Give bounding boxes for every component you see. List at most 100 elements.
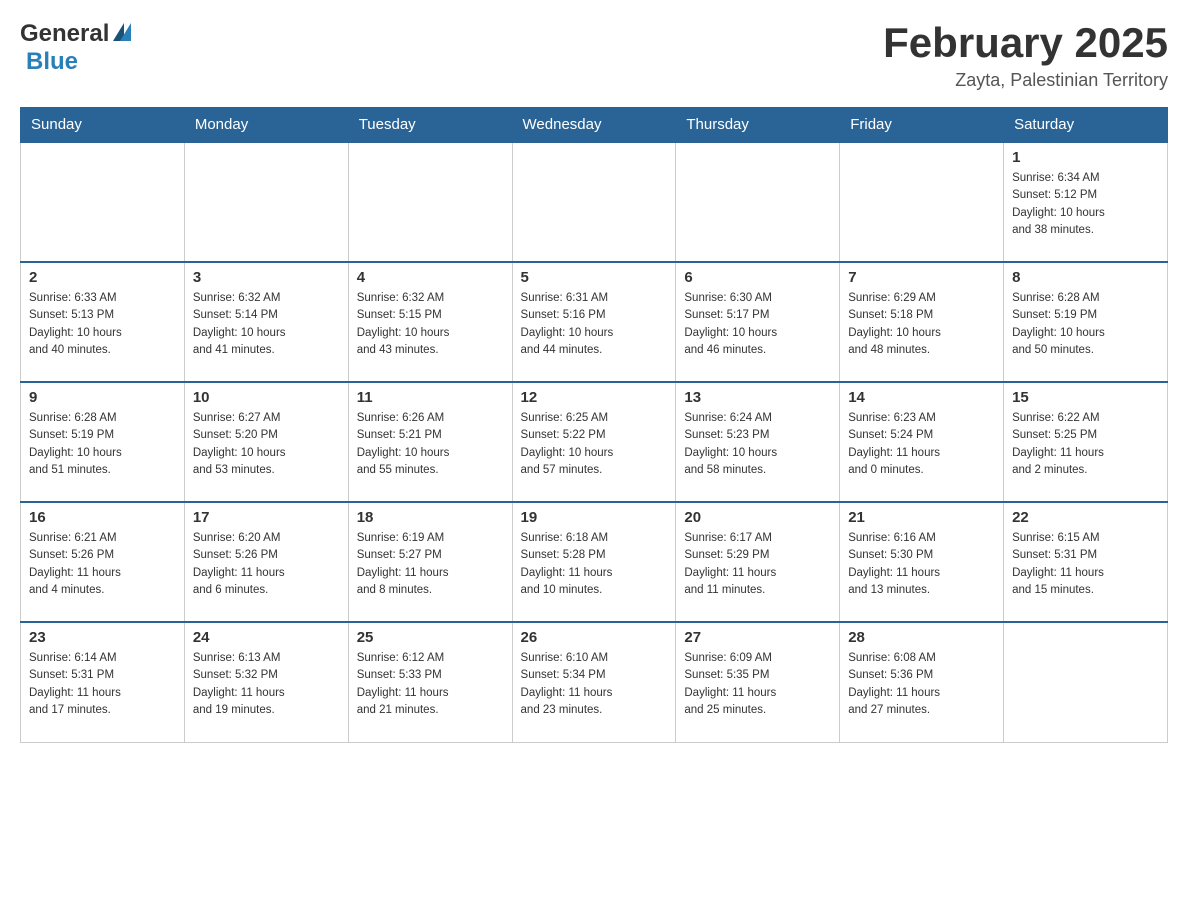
calendar-cell: 7 Sunrise: 6:29 AM Sunset: 5:18 PM Daylig…	[840, 262, 1004, 382]
calendar-cell	[676, 142, 840, 262]
day-info: Sunrise: 6:22 AM Sunset: 5:25 PM Dayligh…	[1012, 410, 1159, 479]
day-info: Sunrise: 6:29 AM Sunset: 5:18 PM Dayligh…	[848, 290, 995, 359]
calendar-cell: 6Sunrise: 6:30 AM Sunset: 5:17 PM Daylig…	[676, 262, 840, 382]
calendar-cell: 23 Sunrise: 6:14 AM Sunset: 5:31 PM Dayli…	[21, 622, 185, 742]
day-number: 21	[848, 509, 995, 526]
calendar-cell	[512, 142, 676, 262]
column-header-monday: Monday	[184, 108, 348, 143]
calendar-cell	[21, 142, 185, 262]
day-info: Sunrise: 6:14 AM Sunset: 5:31 PM Dayligh…	[29, 650, 176, 719]
day-info: Sunrise: 6:24 AM Sunset: 5:23 PM Dayligh…	[684, 410, 831, 479]
calendar-cell: 12 Sunrise: 6:25 AM Sunset: 5:22 PM Dayli…	[512, 382, 676, 502]
day-info: Sunrise: 6:26 AM Sunset: 5:21 PM Dayligh…	[357, 410, 504, 479]
calendar-cell: 8 Sunrise: 6:28 AM Sunset: 5:19 PM Daylig…	[1004, 262, 1168, 382]
calendar-cell: 17 Sunrise: 6:20 AM Sunset: 5:26 PM Dayli…	[184, 502, 348, 622]
header-right: February 2025 Zayta, Palestinian Territo…	[883, 20, 1168, 91]
calendar-cell: 16 Sunrise: 6:21 AM Sunset: 5:26 PM Dayli…	[21, 502, 185, 622]
day-info: Sunrise: 6:34 AM Sunset: 5:12 PM Dayligh…	[1012, 170, 1159, 239]
calendar-cell: 21 Sunrise: 6:16 AM Sunset: 5:30 PM Dayli…	[840, 502, 1004, 622]
day-info: Sunrise: 6:31 AM Sunset: 5:16 PM Dayligh…	[521, 290, 668, 359]
day-info: Sunrise: 6:23 AM Sunset: 5:24 PM Dayligh…	[848, 410, 995, 479]
calendar-cell: 27Sunrise: 6:09 AM Sunset: 5:35 PM Dayli…	[676, 622, 840, 742]
column-header-sunday: Sunday	[21, 108, 185, 143]
column-header-saturday: Saturday	[1004, 108, 1168, 143]
calendar-cell: 11 Sunrise: 6:26 AM Sunset: 5:21 PM Dayli…	[348, 382, 512, 502]
day-number: 11	[357, 389, 504, 406]
day-number: 5	[521, 269, 668, 286]
day-number: 7	[848, 269, 995, 286]
location-subtitle: Zayta, Palestinian Territory	[883, 70, 1168, 91]
day-number: 18	[357, 509, 504, 526]
day-number: 10	[193, 389, 340, 406]
day-number: 23	[29, 629, 176, 646]
page-header: General Blue February 2025 Zayta, Palest…	[20, 20, 1168, 91]
logo-triangles	[113, 23, 131, 41]
column-header-thursday: Thursday	[676, 108, 840, 143]
day-number: 16	[29, 509, 176, 526]
day-number: 26	[521, 629, 668, 646]
day-info: Sunrise: 6:10 AM Sunset: 5:34 PM Dayligh…	[521, 650, 668, 719]
day-number: 2	[29, 269, 176, 286]
day-info: Sunrise: 6:25 AM Sunset: 5:22 PM Dayligh…	[521, 410, 668, 479]
day-info: Sunrise: 6:30 AM Sunset: 5:17 PM Dayligh…	[684, 290, 831, 359]
calendar-table: SundayMondayTuesdayWednesdayThursdayFrid…	[20, 107, 1168, 743]
day-number: 4	[357, 269, 504, 286]
day-info: Sunrise: 6:27 AM Sunset: 5:20 PM Dayligh…	[193, 410, 340, 479]
calendar-cell: 26 Sunrise: 6:10 AM Sunset: 5:34 PM Dayli…	[512, 622, 676, 742]
day-number: 20	[684, 509, 831, 526]
day-number: 28	[848, 629, 995, 646]
week-row-2: 2 Sunrise: 6:33 AM Sunset: 5:13 PM Daylig…	[21, 262, 1168, 382]
day-info: Sunrise: 6:28 AM Sunset: 5:19 PM Dayligh…	[1012, 290, 1159, 359]
day-number: 3	[193, 269, 340, 286]
day-number: 12	[521, 389, 668, 406]
day-info: Sunrise: 6:09 AM Sunset: 5:35 PM Dayligh…	[684, 650, 831, 719]
calendar-cell: 28 Sunrise: 6:08 AM Sunset: 5:36 PM Dayli…	[840, 622, 1004, 742]
day-info: Sunrise: 6:08 AM Sunset: 5:36 PM Dayligh…	[848, 650, 995, 719]
calendar-cell: 4 Sunrise: 6:32 AM Sunset: 5:15 PM Daylig…	[348, 262, 512, 382]
column-header-friday: Friday	[840, 108, 1004, 143]
day-number: 14	[848, 389, 995, 406]
logo-general-text: General	[20, 20, 109, 48]
day-number: 25	[357, 629, 504, 646]
calendar-cell: 13 Sunrise: 6:24 AM Sunset: 5:23 PM Dayli…	[676, 382, 840, 502]
calendar-cell	[840, 142, 1004, 262]
week-row-3: 9Sunrise: 6:28 AM Sunset: 5:19 PM Daylig…	[21, 382, 1168, 502]
calendar-cell: 1 Sunrise: 6:34 AM Sunset: 5:12 PM Daylig…	[1004, 142, 1168, 262]
logo-blue-text: Blue	[26, 48, 78, 76]
calendar-cell: 10 Sunrise: 6:27 AM Sunset: 5:20 PM Dayli…	[184, 382, 348, 502]
calendar-cell: 14 Sunrise: 6:23 AM Sunset: 5:24 PM Dayli…	[840, 382, 1004, 502]
day-number: 8	[1012, 269, 1159, 286]
day-info: Sunrise: 6:12 AM Sunset: 5:33 PM Dayligh…	[357, 650, 504, 719]
calendar-cell: 15 Sunrise: 6:22 AM Sunset: 5:25 PM Dayli…	[1004, 382, 1168, 502]
day-number: 13	[684, 389, 831, 406]
day-info: Sunrise: 6:32 AM Sunset: 5:15 PM Dayligh…	[357, 290, 504, 359]
week-row-1: 1 Sunrise: 6:34 AM Sunset: 5:12 PM Daylig…	[21, 142, 1168, 262]
month-year-title: February 2025	[883, 20, 1168, 66]
day-number: 15	[1012, 389, 1159, 406]
day-info: Sunrise: 6:18 AM Sunset: 5:28 PM Dayligh…	[521, 530, 668, 599]
column-header-tuesday: Tuesday	[348, 108, 512, 143]
calendar-cell: 22 Sunrise: 6:15 AM Sunset: 5:31 PM Dayli…	[1004, 502, 1168, 622]
calendar-cell	[184, 142, 348, 262]
day-info: Sunrise: 6:20 AM Sunset: 5:26 PM Dayligh…	[193, 530, 340, 599]
day-info: Sunrise: 6:19 AM Sunset: 5:27 PM Dayligh…	[357, 530, 504, 599]
day-number: 22	[1012, 509, 1159, 526]
day-info: Sunrise: 6:21 AM Sunset: 5:26 PM Dayligh…	[29, 530, 176, 599]
calendar-cell: 24Sunrise: 6:13 AM Sunset: 5:32 PM Dayli…	[184, 622, 348, 742]
day-number: 17	[193, 509, 340, 526]
logo: General Blue	[20, 20, 131, 76]
day-number: 1	[1012, 149, 1159, 166]
calendar-header-row: SundayMondayTuesdayWednesdayThursdayFrid…	[21, 108, 1168, 143]
calendar-cell: 25 Sunrise: 6:12 AM Sunset: 5:33 PM Dayli…	[348, 622, 512, 742]
day-info: Sunrise: 6:13 AM Sunset: 5:32 PM Dayligh…	[193, 650, 340, 719]
day-number: 19	[521, 509, 668, 526]
week-row-4: 16 Sunrise: 6:21 AM Sunset: 5:26 PM Dayli…	[21, 502, 1168, 622]
day-info: Sunrise: 6:33 AM Sunset: 5:13 PM Dayligh…	[29, 290, 176, 359]
calendar-cell: 5 Sunrise: 6:31 AM Sunset: 5:16 PM Daylig…	[512, 262, 676, 382]
column-header-wednesday: Wednesday	[512, 108, 676, 143]
day-info: Sunrise: 6:16 AM Sunset: 5:30 PM Dayligh…	[848, 530, 995, 599]
calendar-cell	[1004, 622, 1168, 742]
week-row-5: 23 Sunrise: 6:14 AM Sunset: 5:31 PM Dayli…	[21, 622, 1168, 742]
day-info: Sunrise: 6:15 AM Sunset: 5:31 PM Dayligh…	[1012, 530, 1159, 599]
day-info: Sunrise: 6:32 AM Sunset: 5:14 PM Dayligh…	[193, 290, 340, 359]
